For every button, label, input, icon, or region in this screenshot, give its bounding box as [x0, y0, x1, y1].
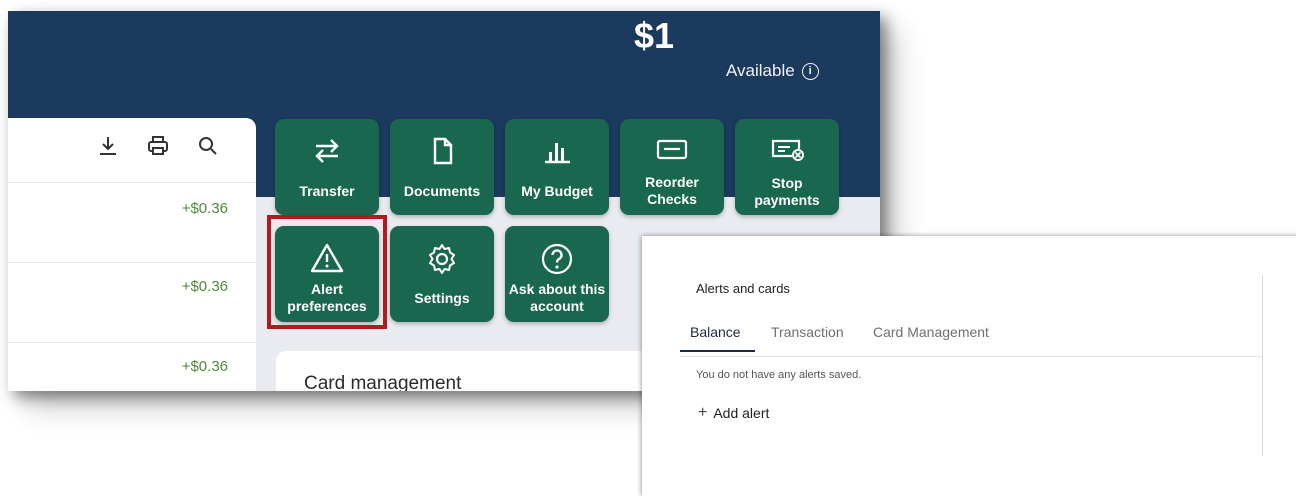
transaction-amount: +$0.36 [181, 200, 228, 217]
transfer-label: Transfer [299, 183, 355, 199]
empty-alerts-message: You do not have any alerts saved. [696, 369, 862, 381]
tab-card-management[interactable]: Card Management [873, 324, 989, 350]
ask-about-account-label: Ask about this account [505, 281, 609, 315]
settings-button[interactable]: Settings [390, 226, 494, 322]
tab-transaction[interactable]: Transaction [771, 324, 844, 350]
transfer-button[interactable]: Transfer [275, 119, 379, 215]
ask-about-account-label-line1: Ask about this [508, 281, 606, 297]
reorder-checks-label-line2: Checks [647, 191, 697, 207]
stop-payments-button[interactable]: Stop payments [735, 119, 839, 215]
panel-divider [1262, 276, 1263, 456]
gear-icon [390, 242, 494, 276]
stop-payments-label: Stop payments [735, 175, 839, 209]
print-icon[interactable] [146, 134, 170, 158]
alerts-title: Alerts and cards [696, 281, 790, 296]
alerts-panel: Alerts and cards Balance Transaction Car… [642, 236, 1296, 496]
available-text: Available [726, 61, 795, 80]
download-icon[interactable] [96, 134, 120, 158]
my-budget-label: My Budget [521, 183, 593, 199]
transaction-list: +$0.36 +$0.36 +$0.36 [8, 118, 256, 391]
reorder-checks-button[interactable]: Reorder Checks [620, 119, 724, 215]
bar-chart-icon [505, 135, 609, 167]
ask-about-account-button[interactable]: Ask about this account [505, 226, 609, 322]
my-budget-button[interactable]: My Budget [505, 119, 609, 215]
reorder-checks-label-line1: Reorder [645, 174, 699, 190]
transfer-icon [275, 135, 379, 167]
tab-balance[interactable]: Balance [680, 324, 755, 352]
divider [8, 182, 256, 183]
plus-icon: + [698, 404, 708, 421]
document-icon [390, 135, 494, 167]
settings-label: Settings [414, 290, 470, 306]
ask-about-account-label-line2: account [530, 298, 584, 314]
stop-payment-icon [735, 135, 839, 163]
reorder-checks-label: Reorder Checks [620, 174, 724, 208]
card-management-title: Card management [304, 373, 462, 391]
divider [8, 262, 256, 263]
documents-button[interactable]: Documents [390, 119, 494, 215]
transaction-toolbar [96, 134, 220, 158]
check-icon [620, 135, 724, 163]
stop-payments-label-line1: Stop [771, 175, 803, 191]
balance-amount: $1 [634, 15, 675, 56]
add-alert-label: Add alert [713, 405, 770, 421]
divider [8, 342, 256, 343]
add-alert-button[interactable]: + Add alert [698, 404, 769, 422]
transaction-amount: +$0.36 [181, 358, 228, 375]
highlight-box [267, 215, 387, 329]
alerts-tabs: Balance Transaction Card Management [680, 322, 1262, 357]
documents-label: Documents [403, 183, 481, 199]
search-icon[interactable] [196, 134, 220, 158]
help-icon [505, 242, 609, 276]
info-icon[interactable]: i [801, 62, 819, 80]
transaction-amount: +$0.36 [181, 278, 228, 295]
available-label: Available i [726, 61, 819, 81]
stop-payments-label-line2: payments [754, 192, 820, 208]
